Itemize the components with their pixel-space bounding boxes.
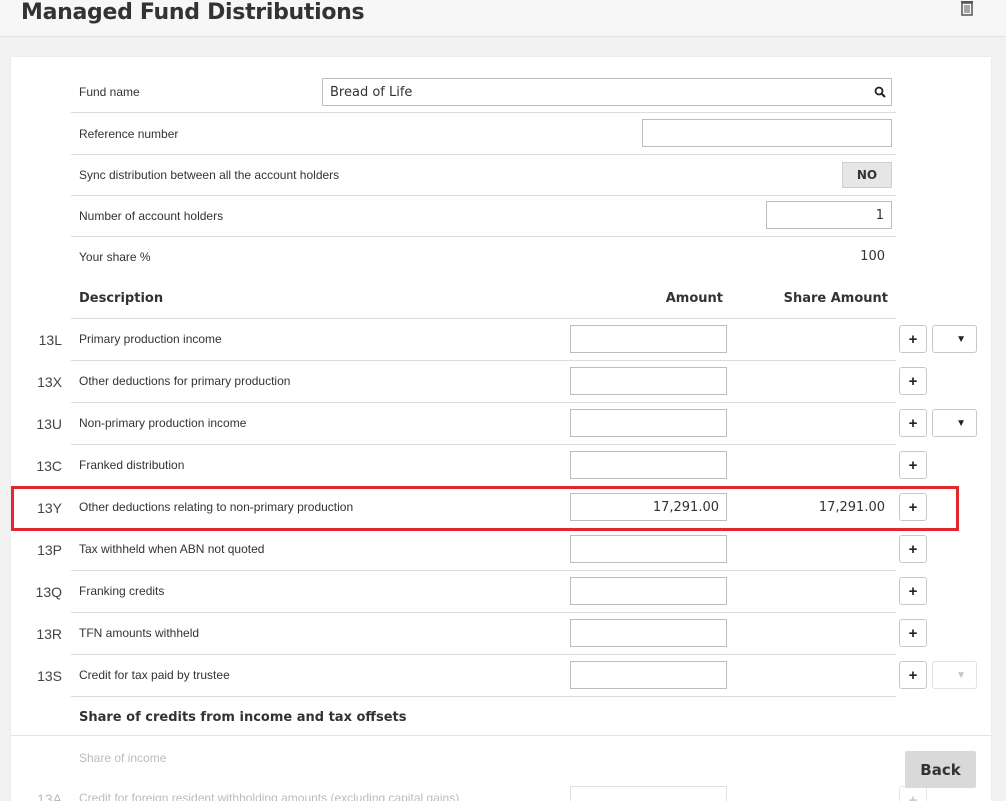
row-label: Primary production income	[79, 332, 222, 346]
sync-toggle-button[interactable]: NO	[842, 162, 892, 188]
amount-input[interactable]	[570, 577, 727, 605]
trash-icon[interactable]	[958, 0, 976, 16]
add-button[interactable]: +	[899, 661, 927, 689]
amount-input[interactable]	[570, 409, 727, 437]
amount-input[interactable]	[570, 786, 727, 801]
sync-label: Sync distribution between all the accoun…	[79, 168, 340, 182]
add-button[interactable]: +	[899, 619, 927, 647]
share-value: 100	[860, 249, 885, 264]
back-button[interactable]: Back	[905, 751, 976, 788]
amount-input[interactable]	[570, 619, 727, 647]
options-dropdown[interactable]: ▼	[932, 325, 977, 353]
row-code: 13R	[36, 626, 62, 642]
row-code: 13U	[36, 416, 62, 432]
row-code: 13A	[37, 791, 62, 801]
amount-input[interactable]	[570, 451, 727, 479]
amount-input[interactable]	[570, 535, 727, 563]
chevron-down-icon: ▼	[956, 333, 966, 345]
table-row	[71, 571, 896, 613]
fund-name-input[interactable]: Bread of Life	[322, 78, 892, 106]
add-button[interactable]: +	[899, 325, 927, 353]
add-button[interactable]: +	[899, 409, 927, 437]
fund-name-value: Bread of Life	[330, 84, 413, 100]
share-of-income-label: Share of income	[79, 751, 167, 765]
row-code: 13L	[38, 332, 62, 348]
reference-input[interactable]	[642, 119, 892, 147]
share-label: Your share %	[79, 250, 151, 264]
credits-heading: Share of credits from income and tax off…	[79, 710, 407, 725]
chevron-down-icon: ▼	[956, 669, 966, 681]
holders-input[interactable]: 1	[766, 201, 892, 229]
row-label: Credit for tax paid by trustee	[79, 668, 230, 682]
amount-input[interactable]	[570, 325, 727, 353]
table-row	[71, 445, 896, 487]
col-description: Description	[79, 291, 164, 306]
amount-input[interactable]	[570, 367, 727, 395]
holders-label: Number of account holders	[79, 209, 224, 223]
search-icon[interactable]	[874, 86, 886, 98]
page-title: Managed Fund Distributions	[21, 0, 365, 25]
row-code: 13X	[37, 374, 62, 390]
reference-label: Reference number	[79, 127, 179, 141]
add-button[interactable]: +	[899, 367, 927, 395]
add-button[interactable]: +	[899, 451, 927, 479]
add-button[interactable]: +	[899, 535, 927, 563]
row-label: Other deductions for primary production	[79, 374, 291, 388]
chevron-down-icon: ▼	[956, 417, 966, 429]
row-label: Credit for foreign resident withholding …	[79, 791, 460, 801]
row-code: 13C	[36, 458, 62, 474]
amount-input[interactable]	[570, 661, 727, 689]
row-label: Franking credits	[79, 584, 165, 598]
col-amount: Amount	[665, 291, 723, 306]
options-dropdown: ▼	[932, 661, 977, 689]
fund-name-label: Fund name	[79, 85, 140, 99]
section-divider	[11, 735, 991, 736]
row-label: Franked distribution	[79, 458, 185, 472]
options-dropdown[interactable]: ▼	[932, 409, 977, 437]
row-label: Non-primary production income	[79, 416, 247, 430]
row-code: 13P	[37, 542, 62, 558]
add-button[interactable]: +	[899, 786, 927, 801]
row-code: 13Q	[35, 584, 62, 600]
add-button[interactable]: +	[899, 577, 927, 605]
row-label: TFN amounts withheld	[79, 626, 200, 640]
row-code: 13S	[37, 668, 62, 684]
highlight-box	[11, 486, 959, 531]
row-label: Tax withheld when ABN not quoted	[79, 542, 265, 556]
col-share-amount: Share Amount	[783, 291, 888, 306]
